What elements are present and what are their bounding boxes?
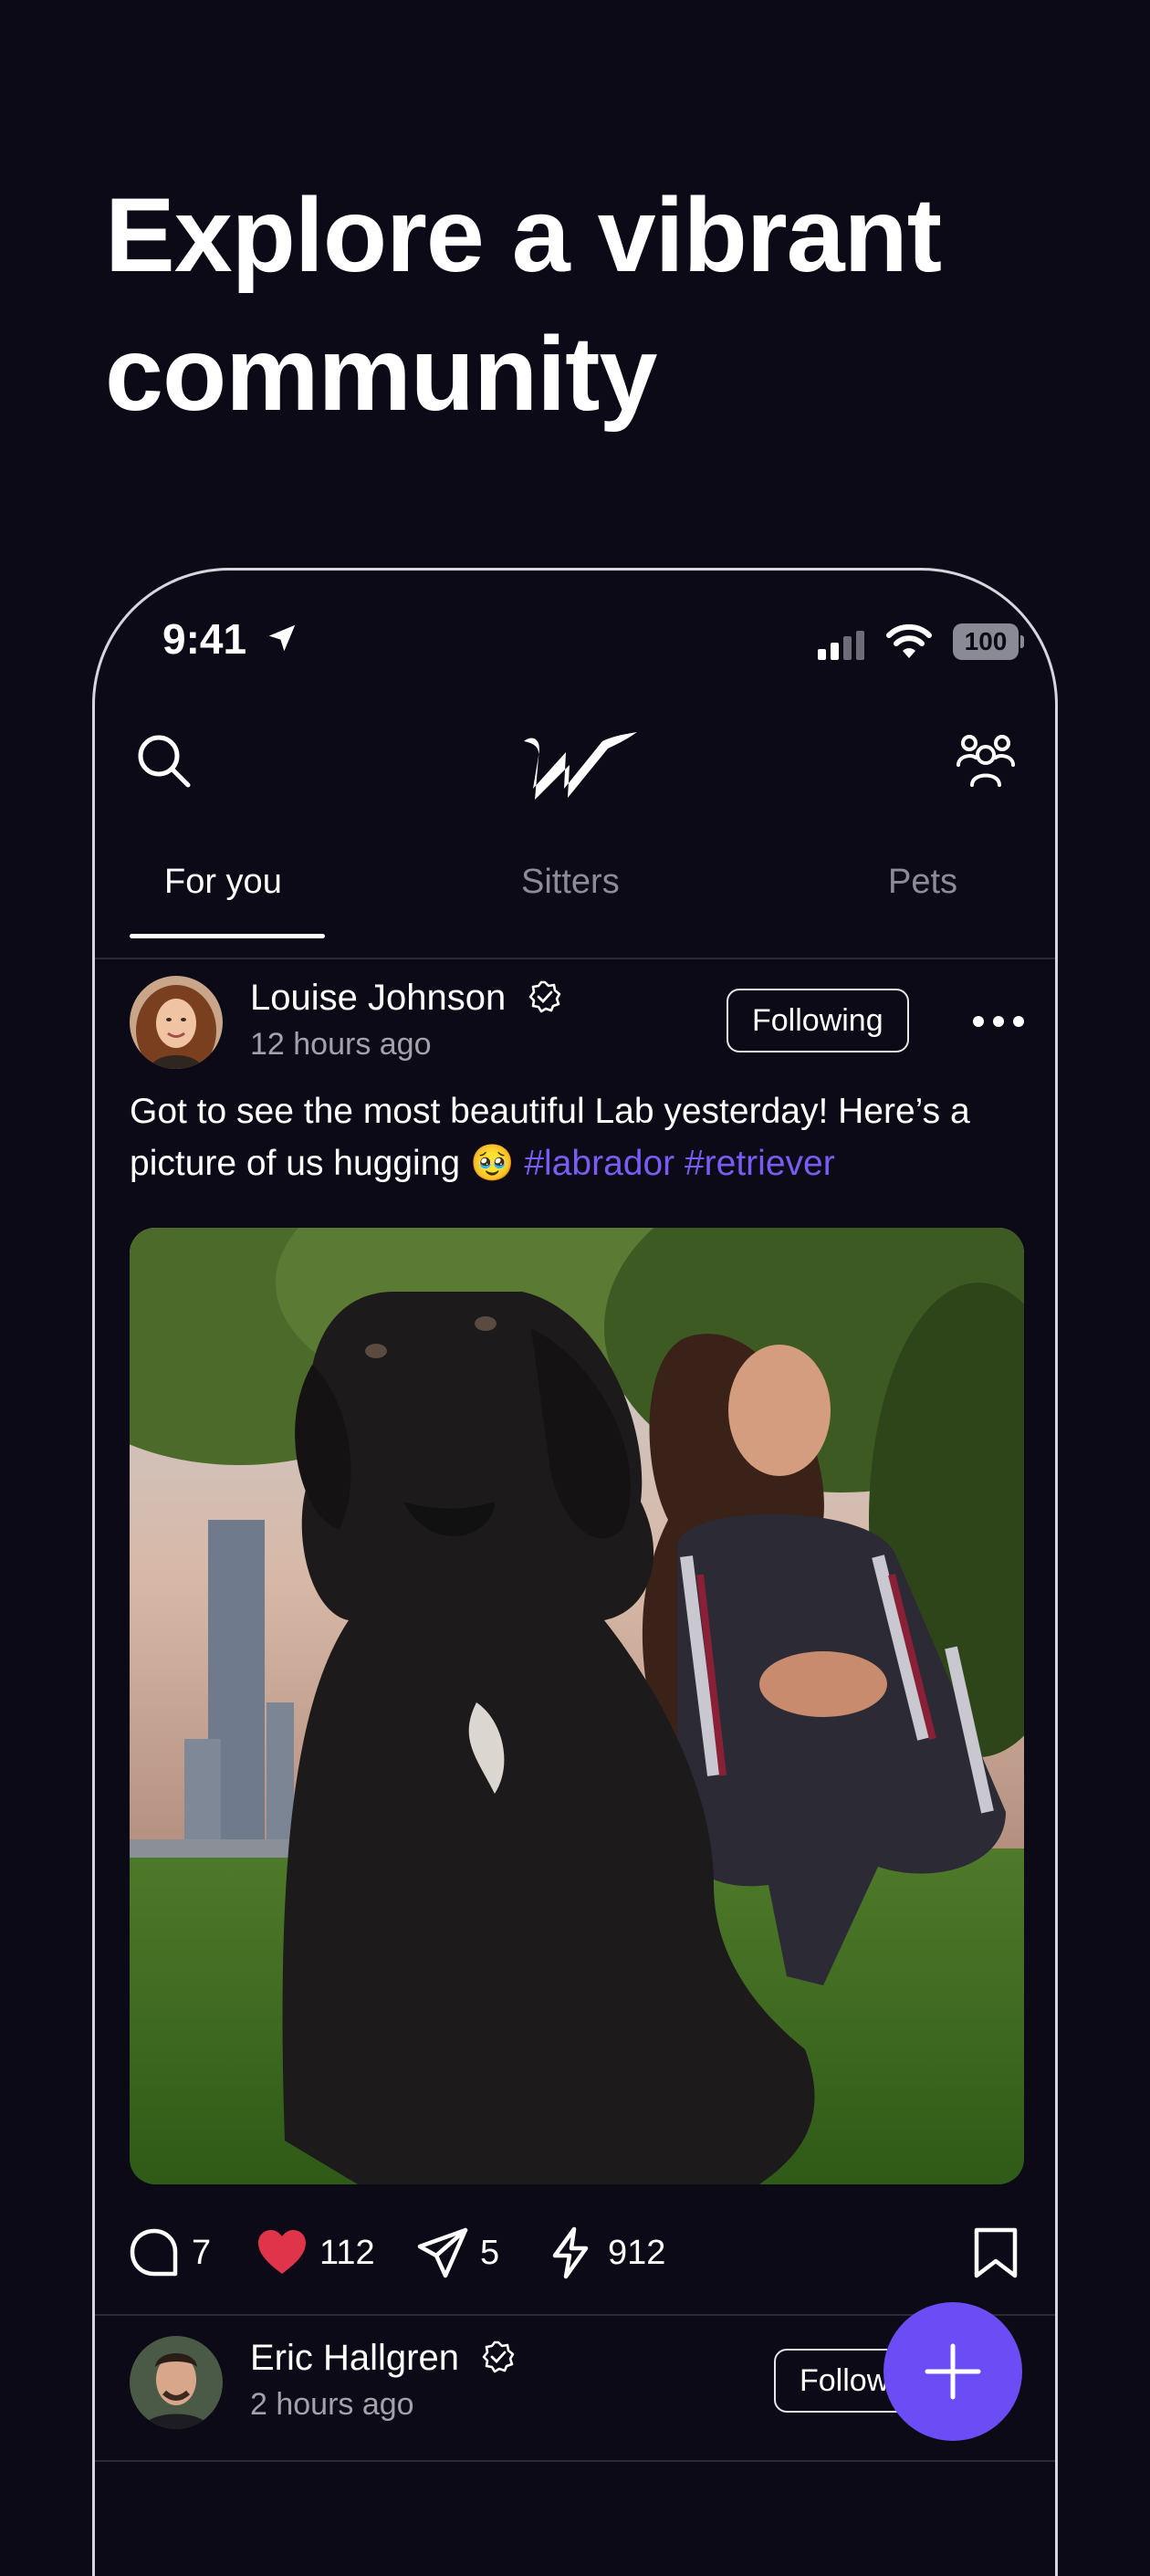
verified-icon: [529, 980, 561, 1013]
active-tab-indicator: [130, 934, 325, 938]
hashtag-link[interactable]: #labrador: [524, 1144, 674, 1183]
comment-icon: [130, 2228, 178, 2277]
author-name: Eric Hallgren: [250, 2338, 459, 2378]
page-headline: Explore a vibrant community: [105, 166, 1018, 444]
post-photo[interactable]: [130, 1228, 1024, 2184]
like-button[interactable]: 112: [256, 2223, 375, 2283]
community-icon[interactable]: [956, 732, 1016, 792]
following-button[interactable]: Following: [727, 989, 909, 1052]
post-actions: 7 112 5 912: [95, 2223, 1055, 2283]
app-logo[interactable]: [513, 721, 641, 803]
tab-for-you[interactable]: For you: [164, 863, 282, 902]
comment-button[interactable]: 7: [128, 2223, 211, 2283]
avatar[interactable]: [130, 976, 223, 1069]
phone-frame: 9:41 100 For you Sitters Pets Louise Joh…: [92, 568, 1058, 2576]
post-author[interactable]: Louise Johnson: [250, 978, 561, 1019]
post-divider: [95, 2460, 1055, 2462]
boost-button[interactable]: 912: [544, 2223, 665, 2283]
like-count: 112: [319, 2233, 375, 2272]
post-time: 2 hours ago: [250, 2387, 414, 2422]
headline-line-1: Explore a vibrant: [105, 177, 942, 294]
location-arrow-icon: [268, 624, 296, 652]
plus-icon: [925, 2343, 981, 2400]
headline-line-2: community: [105, 316, 657, 433]
tab-pets[interactable]: Pets: [888, 863, 957, 902]
post-time: 12 hours ago: [250, 1027, 432, 1062]
boost-count: 912: [608, 2233, 666, 2272]
bookmark-button[interactable]: [969, 2223, 1022, 2283]
tab-sitters[interactable]: Sitters: [521, 863, 620, 902]
battery-icon: 100: [953, 623, 1024, 660]
signal-icon: [818, 631, 864, 660]
emoji: 🥹: [469, 1144, 515, 1183]
create-post-button[interactable]: [883, 2302, 1022, 2441]
post-author[interactable]: Eric Hallgren: [250, 2338, 515, 2379]
feed-tabs: For you Sitters Pets: [95, 844, 1055, 959]
share-button[interactable]: 5: [416, 2223, 499, 2283]
more-icon[interactable]: [971, 1012, 1026, 1031]
wifi-icon: [886, 623, 932, 658]
hashtag-link[interactable]: #retriever: [685, 1144, 835, 1183]
heart-icon: [258, 2230, 306, 2274]
share-icon: [417, 2227, 468, 2278]
search-icon[interactable]: [133, 730, 193, 791]
comment-count: 7: [192, 2233, 212, 2272]
author-name: Louise Johnson: [250, 978, 507, 1018]
battery-level: 100: [953, 623, 1019, 660]
post-text: Got to see the most beautiful Lab yester…: [130, 1085, 1024, 1189]
avatar[interactable]: [130, 2336, 223, 2429]
bookmark-icon: [974, 2227, 1018, 2278]
bolt-icon: [552, 2226, 589, 2279]
verified-icon: [482, 2340, 515, 2373]
share-count: 5: [480, 2233, 500, 2272]
status-time: 9:41: [162, 615, 247, 663]
